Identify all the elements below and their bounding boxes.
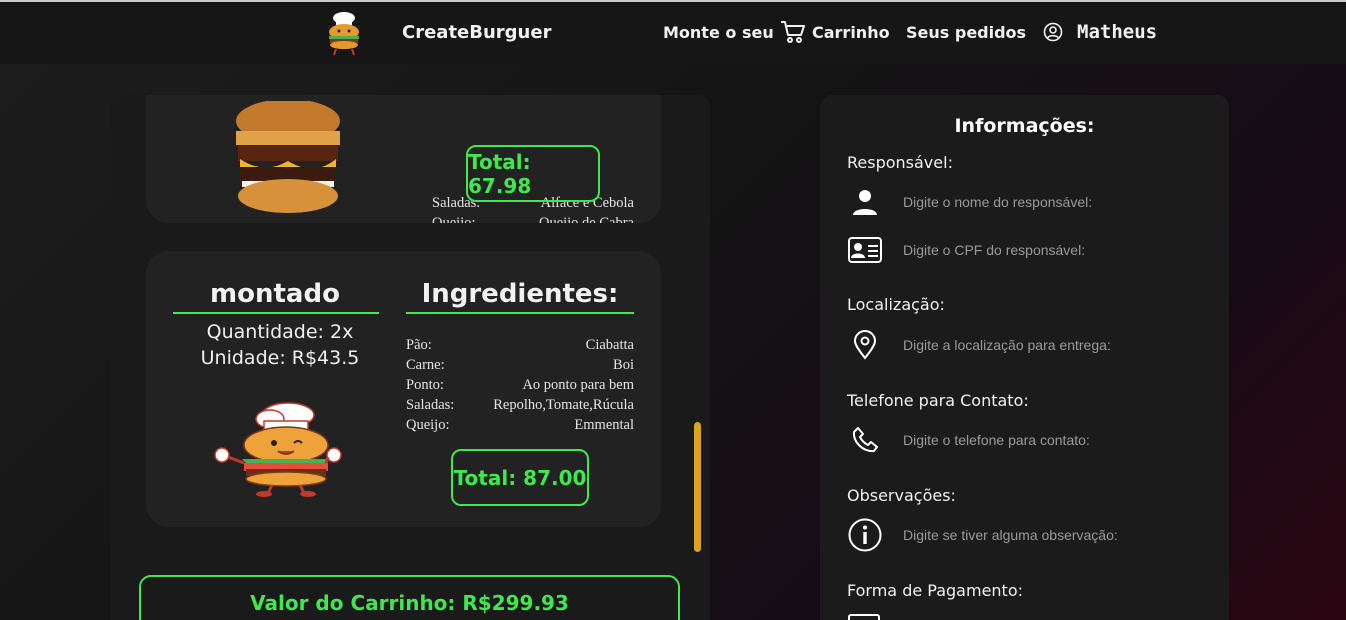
label-observacoes: Observações: [847, 486, 956, 505]
delivery-info-panel: Informações: Responsável: Localização: [820, 95, 1229, 620]
phone-field [847, 422, 1207, 458]
cart-total-value: Valor do Carrinho: R$299.93 [139, 575, 680, 620]
cart-icon [781, 21, 805, 43]
label-telefone: Telefone para Contato: [847, 391, 1029, 410]
burger-mascot-image [208, 401, 344, 497]
cart-item-card: Saladas: Alface e Cebola Queijo: Queijo … [146, 95, 661, 223]
ingredient-row: Queijo: Emmental [406, 417, 634, 433]
burger-name: montado [210, 279, 340, 309]
label-localizacao: Localização: [847, 295, 945, 314]
nav-carrinho-label: Carrinho [812, 22, 890, 42]
burger-photo [234, 99, 342, 215]
ingredients-underline [406, 312, 634, 314]
item-total: Total: 87.00 [451, 449, 589, 506]
location-field [847, 327, 1207, 363]
nav-seus-pedidos[interactable]: Seus pedidos [906, 23, 1026, 42]
label-pagamento: Forma de Pagamento: [847, 581, 1023, 600]
phone-icon [847, 422, 883, 458]
ingredient-row: Pão: Ciabatta [406, 337, 634, 353]
ingredient-row: Ponto: Ao ponto para bem [406, 377, 634, 393]
user-circle-icon [1043, 22, 1063, 42]
location-pin-icon [847, 327, 883, 363]
ingredients-title: Ingredientes: [421, 279, 619, 309]
ingredients-list: Pão: Ciabatta Carne: Boi Ponto: Ao ponto… [406, 335, 634, 435]
item-quantity: Quantidade: 2x [206, 321, 354, 343]
nav-carrinho[interactable]: Carrinho [780, 20, 890, 44]
cart-scrollbar-thumb[interactable] [694, 422, 701, 552]
name-field [847, 184, 1207, 220]
location-input[interactable] [903, 330, 1203, 360]
brand-name[interactable]: CreateBurguer [402, 22, 551, 43]
notes-field [847, 517, 1207, 553]
info-title: Informações: [954, 115, 1095, 137]
ingredient-row: Saladas: Repolho,Tomate,Rúcula [406, 397, 634, 413]
name-underline [173, 312, 379, 314]
cpf-field [847, 232, 1207, 268]
responsible-name-input[interactable] [903, 187, 1203, 217]
payment-icon [848, 614, 880, 620]
user-menu[interactable]: Matheus [1043, 21, 1157, 43]
item-total: Total: 67.98 [466, 145, 600, 202]
burger-chef-logo[interactable] [322, 10, 366, 56]
top-navbar: CreateBurguer Monte o seu Carrinho Seus … [0, 2, 1346, 64]
cpf-input[interactable] [903, 235, 1203, 265]
ingredient-row: Queijo: Queijo de Cabra [432, 215, 634, 223]
item-unit-price: Unidade: R$43.5 [200, 347, 360, 369]
label-responsavel: Responsável: [847, 153, 953, 172]
cart-panel[interactable]: Saladas: Alface e Cebola Queijo: Queijo … [110, 95, 710, 620]
info-icon [847, 517, 883, 553]
nav-monte-o-seu[interactable]: Monte o seu [663, 23, 774, 42]
cart-item-card: montado Quantidade: 2x Unidade: R$43.5 I… [146, 251, 661, 527]
ingredient-row: Carne: Boi [406, 357, 634, 373]
user-name: Matheus [1077, 21, 1158, 43]
phone-input[interactable] [903, 425, 1203, 455]
notes-input[interactable] [903, 520, 1203, 550]
id-card-icon [847, 232, 883, 268]
person-icon [847, 184, 883, 220]
